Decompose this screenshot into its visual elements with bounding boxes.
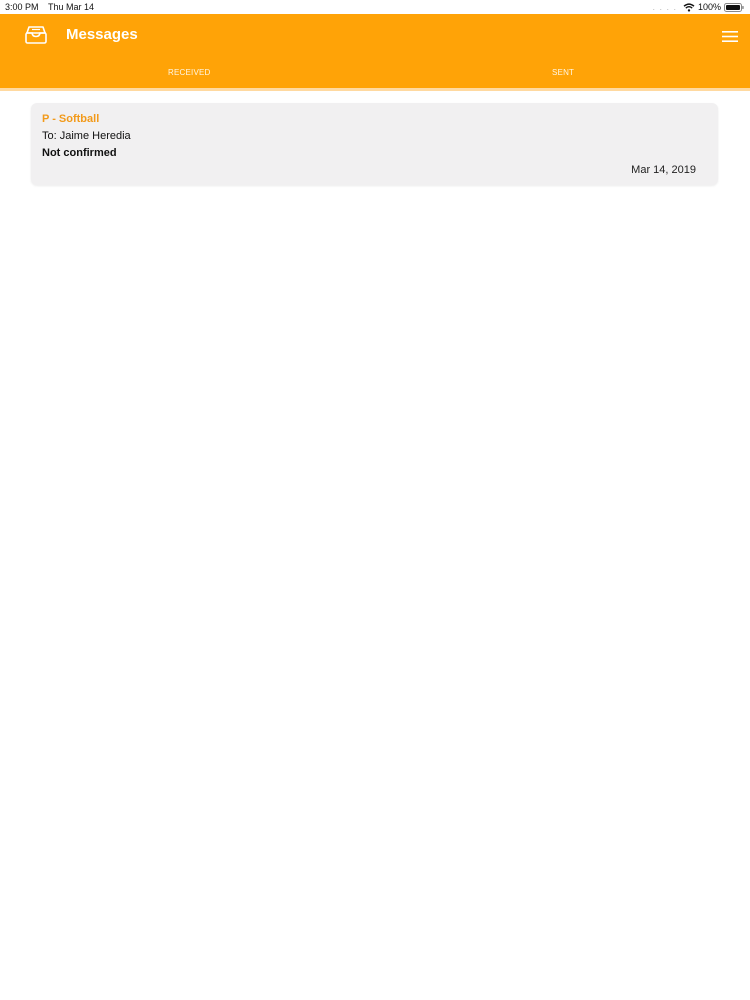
status-date: Thu Mar 14 — [48, 2, 95, 12]
inbox-icon[interactable] — [24, 25, 48, 45]
status-time: 3:00 PM — [5, 2, 39, 12]
message-date: Mar 14, 2019 — [631, 164, 696, 176]
message-recipient: To: Jaime Heredia — [42, 130, 131, 142]
status-indicators: . . . . 100% — [652, 2, 744, 12]
message-list-item[interactable]: P - Softball To: Jaime Heredia Not confi… — [31, 103, 718, 185]
tab-received[interactable]: RECEIVED — [168, 68, 211, 77]
message-status: Not confirmed — [42, 147, 117, 159]
wifi-icon — [683, 2, 695, 12]
battery-percent: 100% — [697, 2, 721, 12]
menu-icon[interactable] — [722, 30, 738, 43]
tab-sent[interactable]: SENT — [552, 68, 574, 77]
tab-indicator — [0, 88, 750, 91]
status-bar: 3:00 PM Thu Mar 14 . . . . 100% — [0, 0, 750, 14]
app-header: Messages RECEIVED SENT — [0, 14, 750, 88]
message-subject: P - Softball — [42, 113, 100, 125]
battery-icon — [724, 2, 744, 12]
page-title: Messages — [66, 26, 138, 43]
signal-dots: . . . . — [652, 2, 677, 12]
